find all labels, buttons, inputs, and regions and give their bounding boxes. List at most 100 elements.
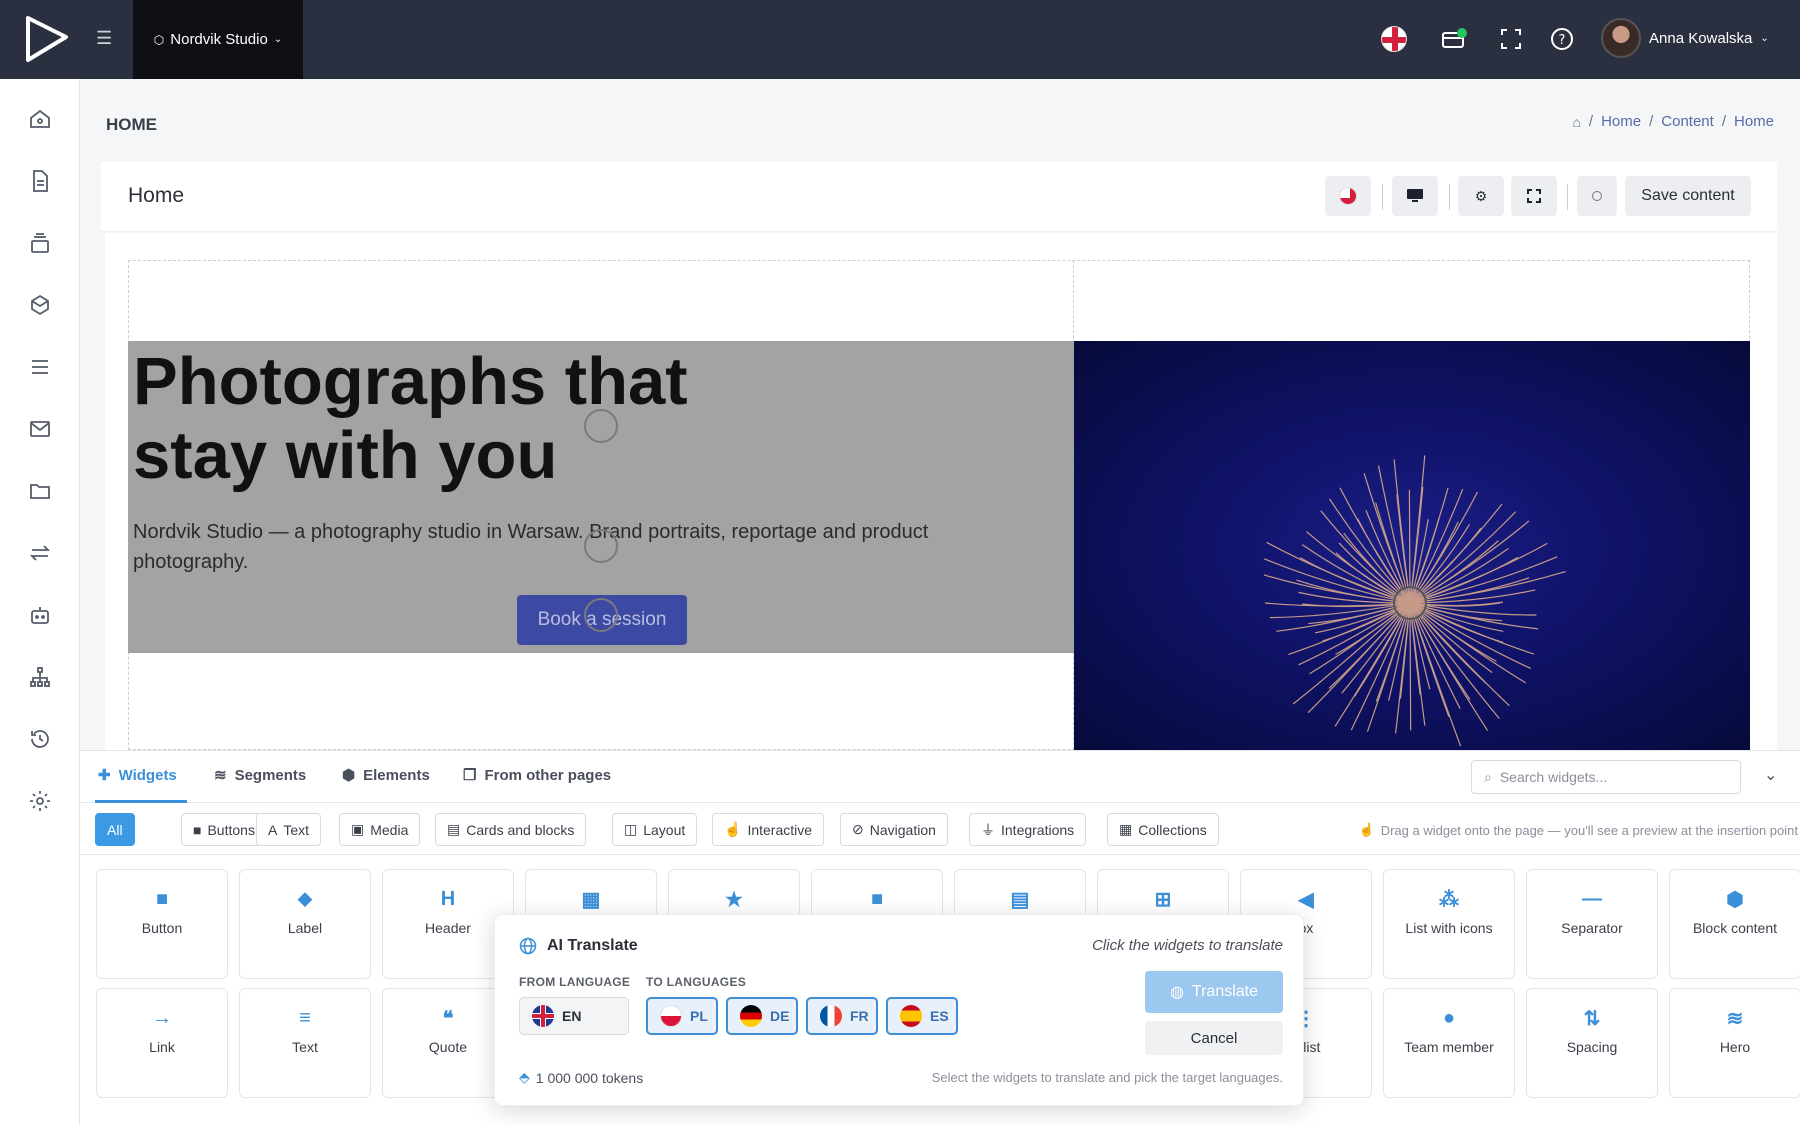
desktop-view-button[interactable] — [1392, 176, 1438, 216]
widget-label: Spacing — [1566, 1039, 1618, 1055]
filter-text[interactable]: A Text — [256, 813, 322, 846]
filter-media[interactable]: ▣ Media — [339, 813, 421, 846]
breadcrumb-current[interactable]: Home — [1734, 113, 1774, 130]
search-widgets-input[interactable]: ⌕ Search widgets... — [1471, 760, 1741, 794]
sidebar-item-products[interactable] — [26, 291, 54, 319]
menu-icon[interactable]: ☰ — [96, 28, 112, 49]
sidebar-item-files[interactable] — [26, 477, 54, 505]
hero-image-fireworks[interactable] — [1074, 341, 1750, 753]
fullscreen-editor-button[interactable] — [1511, 176, 1557, 216]
widget-card[interactable]: — Separator — [1526, 869, 1658, 979]
stack-icon — [31, 233, 49, 253]
modal-footer-text: Select the widgets to translate and pick… — [931, 1070, 1283, 1085]
page-title: HOME — [106, 115, 157, 134]
target-lang-es[interactable]: ES — [886, 997, 958, 1035]
studio-switcher[interactable]: ⬡ Nordvik Studio ⌄ — [133, 0, 303, 79]
editor-title: Home — [128, 184, 185, 207]
plug-icon: ⏚ — [981, 821, 995, 838]
language-flag-button[interactable] — [1377, 22, 1411, 56]
widget-card[interactable]: ⬥ Label — [239, 869, 371, 979]
target-lang-de[interactable]: DE — [726, 997, 798, 1035]
drop-target-ring[interactable] — [584, 598, 618, 632]
hero-paragraph[interactable]: Nordvik Studio — a photography studio in… — [133, 517, 1033, 577]
hero-heading[interactable]: Photographs that stay with you — [133, 345, 833, 493]
sidebar-item-history[interactable] — [26, 725, 54, 753]
widget-label: Button — [141, 920, 183, 936]
flag-de-icon — [740, 1005, 762, 1027]
home-icon — [30, 109, 50, 128]
sidebar-item-sitemap[interactable] — [26, 663, 54, 691]
widget-card[interactable]: ≡ Text — [239, 988, 371, 1098]
sidebar-item-mail[interactable] — [26, 415, 54, 443]
drop-target-ring[interactable] — [584, 529, 618, 563]
from-language-select[interactable]: EN — [519, 997, 629, 1035]
monitor-icon — [1407, 189, 1423, 202]
sidebar-item-menu[interactable] — [26, 353, 54, 381]
sidebar-item-settings[interactable] — [26, 787, 54, 815]
breadcrumb-content[interactable]: Content — [1661, 113, 1714, 130]
sidebar-item-home[interactable] — [26, 105, 54, 133]
sidebar-item-redirects[interactable] — [26, 539, 54, 567]
language-button[interactable] — [1325, 176, 1371, 216]
hero-text-block[interactable]: Photographs that stay with you Nordvik S… — [128, 341, 1074, 653]
filter-cards-and-blocks[interactable]: ▤ Cards and blocks — [435, 813, 587, 846]
page-settings-button[interactable]: ⚙ — [1458, 176, 1504, 216]
widget-card[interactable]: ■ Button — [96, 869, 228, 979]
widget-label: Hero — [1719, 1039, 1751, 1055]
cube-icon: ⬢ — [1726, 888, 1744, 911]
firework-streak — [1409, 602, 1412, 731]
widget-card[interactable]: ⇅ Spacing — [1526, 988, 1658, 1098]
widget-card[interactable]: ⬢ Block content — [1669, 869, 1800, 979]
sidebar-item-pages[interactable] — [26, 167, 54, 195]
cards-icon: ▤ — [447, 821, 461, 837]
editor-toolbar: Home ⚙ Save content — [101, 162, 1777, 232]
target-lang-pl[interactable]: PL — [646, 997, 718, 1035]
target-lang-fr[interactable]: FR — [806, 997, 878, 1035]
breadcrumb: ⌂ / Home / Content / Home — [1572, 113, 1774, 130]
widget-card[interactable]: → Link — [96, 988, 228, 1098]
widget-card[interactable]: ● Team member — [1383, 988, 1515, 1098]
icons-list-icon: ⁂ — [1439, 888, 1459, 911]
status-button[interactable] — [1577, 176, 1617, 216]
tab-widgets[interactable]: ✚ Widgets — [98, 766, 177, 785]
expand-icon — [1501, 29, 1521, 49]
avatar — [1601, 18, 1641, 58]
breadcrumb-home[interactable]: Home — [1601, 113, 1641, 130]
logo[interactable] — [22, 12, 72, 67]
table-icon: ▦ — [581, 888, 601, 911]
widget-card[interactable]: ≋ Hero — [1669, 988, 1800, 1098]
star-icon: ★ — [725, 888, 743, 911]
svg-text:?: ? — [1559, 33, 1566, 48]
sidebar-item-collections[interactable] — [26, 229, 54, 257]
fullscreen-button[interactable] — [1494, 22, 1528, 56]
sidebar-item-ai[interactable] — [26, 601, 54, 629]
collection-icon: ▦ — [1119, 821, 1133, 837]
cancel-button[interactable]: Cancel — [1145, 1021, 1283, 1055]
filter-all[interactable]: All — [95, 813, 135, 846]
filter-interactive[interactable]: ☝ Interactive — [712, 813, 825, 846]
billing-button[interactable] — [1437, 22, 1471, 56]
separator-icon: — — [1582, 887, 1602, 910]
filter-collections[interactable]: ▦ Collections — [1107, 813, 1219, 846]
list-icon — [32, 360, 48, 374]
help-button[interactable]: ? — [1545, 22, 1579, 56]
collapse-panel-button[interactable]: ⌄ — [1764, 765, 1777, 785]
flag-pl-icon — [660, 1005, 682, 1027]
text-icon: A — [268, 821, 278, 838]
drop-target-ring[interactable] — [584, 409, 618, 443]
widget-card[interactable]: ⁂ List with icons — [1383, 869, 1515, 979]
top-bar: ☰ ⬡ Nordvik Studio ⌄ ? Anna Kowalska ⌄ — [0, 0, 1800, 79]
tab-elements[interactable]: ⬢ Elements — [342, 766, 430, 785]
tab-from-other-pages[interactable]: ❐ From other pages — [463, 766, 611, 785]
tab-segments[interactable]: ≋ Segments — [214, 766, 306, 785]
filter-buttons[interactable]: ■ Buttons — [181, 813, 267, 846]
filter-integrations[interactable]: ⏚ Integrations — [969, 813, 1087, 846]
firework-streak — [1329, 498, 1411, 604]
user-menu[interactable]: Anna Kowalska ⌄ — [1601, 18, 1769, 58]
save-button[interactable]: Save content — [1625, 176, 1751, 216]
translate-button[interactable]: ◍ Translate — [1145, 971, 1283, 1013]
filter-navigation[interactable]: ⊘ Navigation — [840, 813, 948, 846]
filter-layout[interactable]: ◫ Layout — [612, 813, 698, 846]
layout-icon: ◫ — [624, 821, 638, 837]
home-icon[interactable]: ⌂ — [1572, 114, 1580, 130]
